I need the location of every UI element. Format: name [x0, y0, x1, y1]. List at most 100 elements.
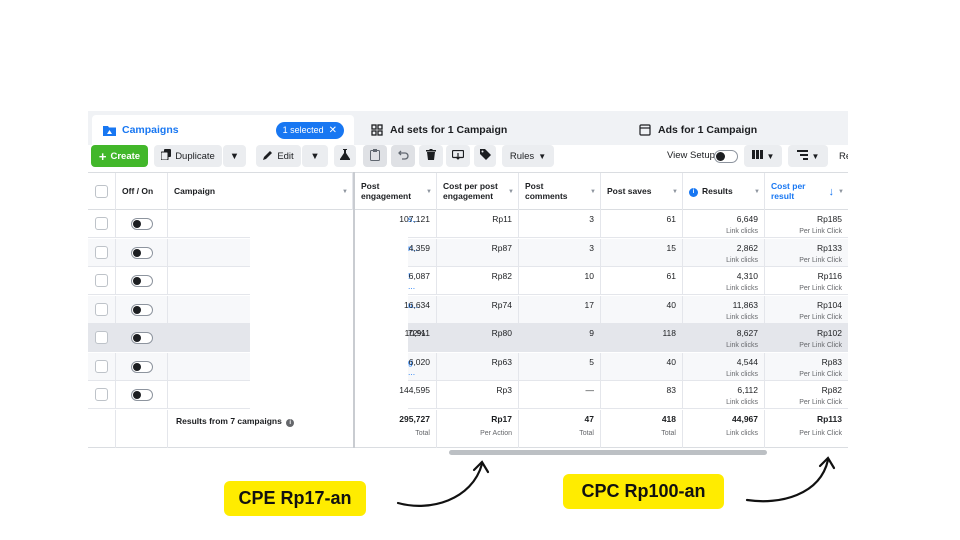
- header-campaign[interactable]: Campaign ▼: [168, 173, 353, 211]
- tab-campaigns[interactable]: Campaigns 1 selected ✕: [92, 115, 354, 145]
- header-campaign-label: Campaign: [174, 186, 216, 197]
- create-label: Create: [110, 150, 141, 162]
- row-checkbox[interactable]: [95, 359, 108, 373]
- frozen-column-divider[interactable]: [353, 172, 355, 448]
- sort-caret-icon[interactable]: ▼: [672, 189, 678, 196]
- delete-button[interactable]: [419, 145, 443, 167]
- row-engagement: 144,595: [355, 381, 437, 409]
- row-campaign-cell[interactable]: s...: [168, 210, 419, 238]
- row-select-cell[interactable]: [88, 267, 116, 295]
- row-cpe: Rp3: [437, 381, 519, 409]
- row-checkbox[interactable]: [95, 331, 108, 344]
- rules-button[interactable]: Rules ▼: [502, 145, 554, 167]
- total-results: 44,967 Link clicks: [683, 410, 765, 448]
- edit-dropdown-button[interactable]: ▼: [302, 145, 328, 167]
- total-cpe: Rp17 Per Action: [437, 410, 519, 448]
- row-results-value: 8,627: [736, 328, 758, 338]
- total-cpr-sub: Per Link Click: [799, 430, 842, 437]
- create-button[interactable]: + Create: [91, 145, 148, 167]
- row-results-value: 4,310: [736, 271, 758, 281]
- row-campaign-cell[interactable]: [168, 381, 408, 409]
- row-comments: 5: [519, 352, 601, 381]
- clipboard-button[interactable]: [363, 145, 387, 167]
- undo-button[interactable]: [391, 145, 415, 167]
- campaign-toggle[interactable]: [131, 275, 153, 287]
- sort-caret-icon[interactable]: ▼: [590, 189, 596, 196]
- row-select-cell[interactable]: [88, 381, 116, 409]
- export-button[interactable]: [446, 145, 470, 167]
- row-cpr-sub: Per Link Click: [799, 399, 842, 406]
- row-checkbox[interactable]: [95, 245, 108, 259]
- sort-caret-icon[interactable]: ▼: [754, 189, 760, 196]
- row-engagement: 16,634: [355, 295, 437, 324]
- header-comments[interactable]: Post comments ▼: [519, 173, 601, 211]
- sort-caret-icon[interactable]: ▼: [508, 189, 514, 196]
- table-row[interactable]: u... 16,634 Rp74 17 40 11,863 Link clicks Rp104…: [88, 295, 848, 324]
- table-row[interactable]: 72% 10,911 Rp80 9 118 8,627 Link clicks Rp102 Pe…: [88, 324, 848, 352]
- row-select-cell[interactable]: [88, 324, 116, 352]
- header-cpe[interactable]: Cost per post engagement ▼: [437, 173, 519, 211]
- row-saves: 61: [601, 267, 683, 295]
- header-results[interactable]: i Results ▼: [683, 173, 765, 211]
- table-row[interactable]: n... 4,359 Rp87 3 15 2,862 Link clicks Rp133 Per…: [88, 238, 848, 267]
- table-row[interactable]: s... 107,121 Rp11 3 61 6,649 Link clicks Rp185 P…: [88, 210, 848, 238]
- row-checkbox[interactable]: [95, 274, 108, 287]
- row-campaign-cell[interactable]: 72%: [168, 324, 425, 352]
- table-row[interactable]: ! ... 6,087 Rp82 10 61 4,310 Link clicks Rp116 P…: [88, 267, 848, 295]
- duplicate-button[interactable]: Duplicate: [154, 145, 222, 167]
- row-campaign-cell[interactable]: n...: [168, 238, 420, 267]
- row-select-cell[interactable]: [88, 238, 116, 267]
- duplicate-dropdown-button[interactable]: ▼: [223, 145, 246, 167]
- select-all-checkbox[interactable]: [95, 185, 108, 198]
- sort-descending-arrow-icon[interactable]: ↓: [829, 186, 835, 199]
- row-onoff-cell: [116, 238, 168, 267]
- row-cpr: Rp185 Per Link Click: [765, 210, 848, 238]
- row-checkbox[interactable]: [95, 217, 108, 230]
- clear-selection-icon[interactable]: ✕: [329, 125, 337, 136]
- campaign-toggle[interactable]: [131, 332, 153, 344]
- sort-caret-icon[interactable]: ▼: [838, 189, 844, 196]
- header-saves[interactable]: Post saves ▼: [601, 173, 683, 211]
- row-cpr-sub: Per Link Click: [799, 228, 842, 235]
- row-onoff-cell: [116, 381, 168, 409]
- row-select-cell[interactable]: [88, 210, 116, 238]
- edit-button[interactable]: Edit: [256, 145, 301, 167]
- total-comments-value: 47: [584, 414, 594, 424]
- info-icon[interactable]: i: [689, 187, 698, 197]
- view-setup-toggle[interactable]: [714, 150, 738, 163]
- campaign-toggle[interactable]: [131, 389, 153, 401]
- export-icon: [451, 149, 465, 163]
- row-campaign-cell[interactable]: u...: [168, 295, 420, 324]
- header-select-all[interactable]: [88, 173, 116, 211]
- tab-adsets[interactable]: Ad sets for 1 Campaign: [360, 115, 624, 145]
- row-checkbox[interactable]: [95, 302, 108, 316]
- sort-caret-icon[interactable]: ▼: [342, 189, 348, 196]
- callout-cpe-text: CPE Rp17-an: [238, 488, 352, 508]
- tag-button[interactable]: [474, 145, 496, 167]
- campaign-toggle[interactable]: [131, 303, 153, 316]
- breakdown-button[interactable]: ▼: [788, 145, 828, 167]
- horizontal-scrollbar[interactable]: [449, 450, 767, 455]
- row-select-cell[interactable]: [88, 295, 116, 324]
- campaign-toggle[interactable]: [131, 360, 153, 373]
- sort-caret-icon[interactable]: ▼: [426, 189, 432, 196]
- row-select-cell[interactable]: [88, 352, 116, 381]
- row-campaign-cell[interactable]: g ...: [168, 352, 415, 381]
- columns-button[interactable]: ▼: [744, 145, 782, 167]
- row-checkbox[interactable]: [95, 388, 108, 401]
- campaign-toggle[interactable]: [131, 218, 153, 230]
- row-comments: 9: [519, 324, 601, 352]
- reports-button[interactable]: Re: [833, 145, 848, 167]
- row-results-sub: Link clicks: [726, 370, 758, 378]
- table-row[interactable]: g ... 6,020 Rp63 5 40 4,544 Link clicks Rp83 Per…: [88, 352, 848, 381]
- row-campaign-cell[interactable]: ! ...: [168, 267, 415, 295]
- row-results-sub: Link clicks: [726, 399, 758, 406]
- info-icon[interactable]: i: [286, 419, 295, 427]
- table-row[interactable]: 144,595 Rp3—83 6,112 Link clicks Rp82 Per Lin…: [88, 381, 848, 409]
- header-cpr[interactable]: Cost per result ↓ ▼: [765, 173, 848, 211]
- header-engagement[interactable]: Post engagement ▼: [355, 173, 437, 211]
- selected-count-pill[interactable]: 1 selected ✕: [275, 121, 344, 139]
- ab-test-button[interactable]: [334, 145, 356, 167]
- campaign-toggle[interactable]: [131, 246, 153, 259]
- tab-ads[interactable]: Ads for 1 Campaign: [628, 115, 848, 145]
